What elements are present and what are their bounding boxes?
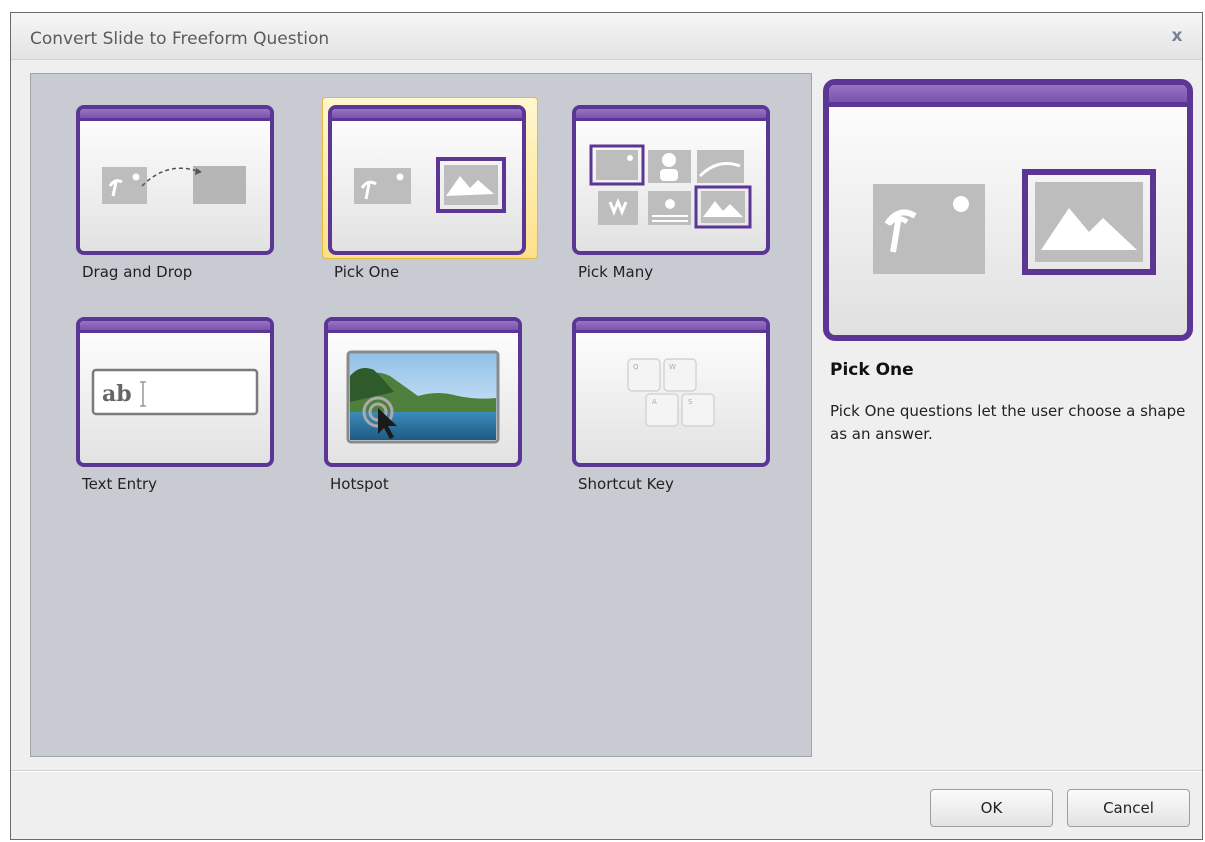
text-entry-sample: ab <box>102 381 132 407</box>
hotspot-thumbnail <box>324 317 522 467</box>
hotspot-icon <box>346 350 500 444</box>
dialog-title: Convert Slide to Freeform Question <box>30 29 330 49</box>
dialog-titlebar: Convert Slide to Freeform Question x <box>11 13 1202 60</box>
shortcut-key-icon: Q W A S <box>627 358 715 427</box>
gallery-item-pick-one[interactable]: Pick One <box>322 97 548 305</box>
text-entry-icon: ab <box>91 368 259 416</box>
gallery-item-text-entry[interactable]: ab Text Entry <box>76 317 296 517</box>
question-type-gallery: Drag and Drop Pick One Pick Many ab Text… <box>30 73 812 757</box>
gallery-item-label: Pick One <box>334 263 400 281</box>
gallery-item-pick-many[interactable]: Pick Many <box>572 105 792 305</box>
gallery-item-label: Shortcut Key <box>578 475 674 493</box>
gallery-item-label: Pick Many <box>578 263 654 281</box>
gallery-item-label: Drag and Drop <box>82 263 193 281</box>
gallery-item-hotspot[interactable]: Hotspot <box>324 317 544 517</box>
gallery-item-drag-and-drop[interactable]: Drag and Drop <box>76 105 296 305</box>
drag-and-drop-icon <box>102 166 246 204</box>
preview-description: Pick One questions let the user choose a… <box>830 402 1186 443</box>
pick-one-preview-icon <box>873 169 1156 275</box>
gallery-item-shortcut-key[interactable]: Q W A S Shortcut Key <box>572 317 792 517</box>
cancel-button[interactable]: Cancel <box>1067 789 1190 827</box>
pick-many-thumbnail <box>572 105 770 255</box>
key-s-label: S <box>688 398 693 406</box>
gallery-item-label: Text Entry <box>82 475 158 493</box>
pick-one-thumbnail <box>328 105 526 255</box>
pick-many-icon <box>589 144 752 229</box>
preview-title: Pick One <box>830 360 914 380</box>
gallery-item-label: Hotspot <box>330 475 389 493</box>
footer-divider <box>11 770 1202 772</box>
text-entry-thumbnail: ab <box>76 317 274 467</box>
key-q-label: Q <box>633 363 639 371</box>
close-icon[interactable]: x <box>1166 25 1188 47</box>
convert-slide-dialog: Convert Slide to Freeform Question x Dra… <box>10 12 1203 840</box>
key-a-label: A <box>652 398 657 406</box>
ok-button[interactable]: OK <box>930 789 1053 827</box>
key-w-label: W <box>669 363 676 371</box>
shortcut-key-thumbnail: Q W A S <box>572 317 770 467</box>
drag-and-drop-thumbnail <box>76 105 274 255</box>
pick-one-icon <box>354 157 506 213</box>
preview-image <box>823 79 1193 341</box>
